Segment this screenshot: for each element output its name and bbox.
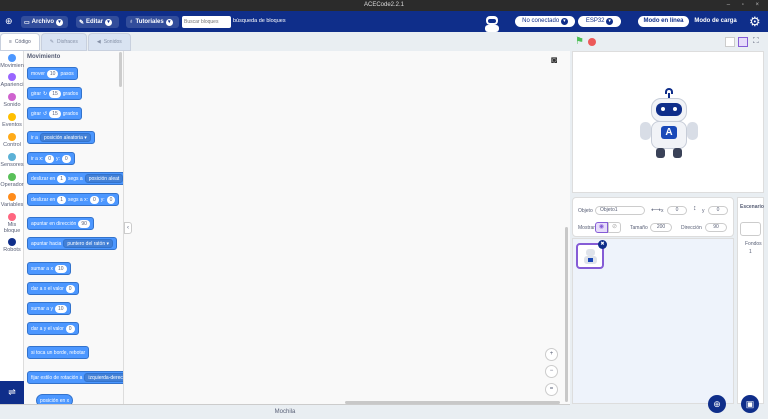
tab-costumes[interactable]: ✎ Disfraces xyxy=(40,33,87,51)
category-movimiento[interactable]: Movimien xyxy=(0,54,24,69)
sprite-x-field[interactable]: 0 xyxy=(667,206,687,215)
block-estilo-rotacion[interactable]: fijar estilo de rotación a izquierda-dere… xyxy=(27,371,123,384)
editar-menu[interactable]: ✎ Editar ▾ xyxy=(76,16,119,28)
y-arrows-icon: ↕ xyxy=(693,205,697,212)
block-deslizar-xy[interactable]: deslizar en 1 segs a x: 0 y: 0 xyxy=(27,193,120,206)
stage-header: ⚑ ⛶ xyxy=(570,33,768,51)
block-apuntar-hacia[interactable]: apuntar hacia puntero del ratón ▾ xyxy=(27,237,118,250)
rotate-left-icon: ↺ xyxy=(43,110,48,117)
stage-canvas[interactable]: A xyxy=(572,51,764,193)
robot-sprite[interactable]: A xyxy=(635,88,703,160)
chevron-down-icon: ▾ xyxy=(606,18,614,25)
large-stage-icon[interactable] xyxy=(738,37,748,47)
block-ir-a[interactable]: ir a posición aleatoria ▾ xyxy=(27,131,95,144)
chevron-down-icon: ▾ xyxy=(56,18,64,26)
sprite-name-field[interactable]: Objeto1 xyxy=(595,206,645,215)
block-palette: Movimiento mover 10 pasos girar ↻ 15 grados g… xyxy=(24,51,124,404)
pencil-icon: ✎ xyxy=(79,19,85,26)
code-icon: ≡ xyxy=(9,39,12,45)
block-rebotar[interactable]: si toca un borde, rebotar xyxy=(27,346,90,359)
block-posicion-x[interactable]: posición en x xyxy=(36,394,74,404)
category-robots[interactable]: Robots xyxy=(0,238,24,253)
connection-status[interactable]: No conectado ▾ xyxy=(515,16,575,27)
camera-icon[interactable]: ◙ xyxy=(551,56,564,67)
zoom-out-button[interactable]: − xyxy=(545,365,558,378)
collapse-palette-button[interactable]: ‹ xyxy=(124,222,132,234)
chevron-down-icon: ▾ xyxy=(560,18,568,25)
mode-online-toggle[interactable]: Modo en línea xyxy=(638,16,689,27)
palette-title: Movimiento xyxy=(27,54,61,60)
chevron-down-icon: ▾ xyxy=(165,18,173,26)
add-sprite-button[interactable]: ⊕ xyxy=(708,395,726,413)
block-sumar-y[interactable]: sumar a y 10 xyxy=(27,302,71,315)
rotate-right-icon: ↻ xyxy=(43,90,48,97)
workspace-vscrollbar[interactable] xyxy=(565,227,568,402)
show-sprite-button[interactable]: ◉ xyxy=(595,222,608,233)
stage-selector[interactable]: Escenario Fondos 1 xyxy=(737,197,764,404)
block-deslizar-posicion[interactable]: deslizar en 1 segs a posición aleat xyxy=(27,172,123,185)
green-flag-icon[interactable]: ⚑ xyxy=(575,36,584,47)
file-icon: ▭ xyxy=(24,19,30,26)
sprite-info-panel: Objeto Objeto1 ⟷ x 0 ↕ y 0 Mostrar ◉ ⊘ T… xyxy=(572,197,734,237)
brush-icon: ✎ xyxy=(49,39,54,45)
globe-icon[interactable]: ⊕ xyxy=(5,16,13,27)
zoom-in-button[interactable]: + xyxy=(545,348,558,361)
window-controls[interactable]: – ▫ × xyxy=(727,0,764,11)
small-stage-icon[interactable] xyxy=(725,37,735,47)
hide-sprite-button[interactable]: ⊘ xyxy=(608,222,621,233)
title-bar: ACECode2.2.1 – ▫ × xyxy=(0,0,768,11)
tab-sounds[interactable]: ◀ Sonidos xyxy=(87,33,131,51)
menu-bar: ⊕ ▭Archivo▾ ✎Editar▾ ♁Tutoriales▾ búsque… xyxy=(0,11,768,32)
sprite-y-field[interactable]: 0 xyxy=(708,206,728,215)
backpack-bar[interactable]: Mochila xyxy=(0,404,570,418)
x-arrows-icon: ⟷ xyxy=(651,207,662,214)
sprite-direction-field[interactable]: 90 xyxy=(705,223,727,232)
device-select[interactable]: ESP32 ▾ xyxy=(578,16,621,27)
palette-scrollbar[interactable] xyxy=(119,52,122,87)
category-variables[interactable]: Variables xyxy=(0,193,24,208)
block-dar-y[interactable]: dar a y el valor 0 xyxy=(27,322,79,335)
block-mover[interactable]: mover 10 pasos xyxy=(27,67,78,80)
tab-code[interactable]: ≡ Código xyxy=(0,33,40,51)
robot-mascot xyxy=(481,14,501,32)
category-mis-bloques[interactable]: Mis bloque xyxy=(0,213,24,234)
search-button[interactable]: búsqueda de bloques xyxy=(233,18,286,24)
mode-upload-toggle[interactable]: Modo de carga xyxy=(690,16,741,27)
tutoriales-menu[interactable]: ♁ Tutoriales ▾ xyxy=(126,16,179,28)
lightbulb-icon: ♁ xyxy=(129,19,134,25)
block-girar-izquierda[interactable]: girar ↺ 15 grados xyxy=(27,107,83,120)
sprite-size-field[interactable]: 200 xyxy=(650,223,672,232)
category-sensores[interactable]: Sensores xyxy=(0,153,24,168)
category-control[interactable]: Control xyxy=(0,133,24,148)
category-operador[interactable]: Operador xyxy=(0,173,24,188)
archivo-menu[interactable]: ▭ Archivo ▾ xyxy=(21,16,68,28)
block-sumar-x[interactable]: sumar a x 10 xyxy=(27,262,71,275)
add-extension-button[interactable]: ⇌ xyxy=(0,381,24,404)
editor-tabs: ≡ Código ✎ Disfraces ◀ Sonidos xyxy=(0,33,570,51)
add-backdrop-button[interactable]: ▣ xyxy=(741,395,759,413)
category-list: Movimien Aparienci Sonido Eventos Contro… xyxy=(0,51,24,381)
block-dar-x[interactable]: dar a x el valor 0 xyxy=(27,282,79,295)
window-title: ACECode2.2.1 xyxy=(363,2,405,8)
delete-sprite-icon[interactable]: ✖ xyxy=(598,240,607,249)
gear-icon[interactable]: ⚙ xyxy=(749,14,761,30)
speaker-icon: ◀ xyxy=(96,39,101,45)
category-sonido[interactable]: Sonido xyxy=(0,93,24,108)
zoom-reset-button[interactable]: = xyxy=(545,383,558,396)
sprite-list: ✖ xyxy=(572,238,734,404)
block-apuntar-direccion[interactable]: apuntar en dirección 90 xyxy=(27,217,94,230)
block-girar-derecha[interactable]: girar ↻ 15 grados xyxy=(27,87,83,100)
fullscreen-icon[interactable]: ⛶ xyxy=(753,36,759,46)
category-eventos[interactable]: Eventos xyxy=(0,113,24,128)
block-ir-a-xy[interactable]: ir a x: 0 y: 0 xyxy=(27,152,75,165)
stop-icon[interactable] xyxy=(588,38,596,46)
backdrop-thumbnail[interactable] xyxy=(740,222,761,236)
code-workspace[interactable] xyxy=(124,51,570,404)
chevron-down-icon: ▾ xyxy=(105,18,113,26)
search-input[interactable] xyxy=(182,16,231,28)
category-apariencia[interactable]: Aparienci xyxy=(0,73,24,88)
